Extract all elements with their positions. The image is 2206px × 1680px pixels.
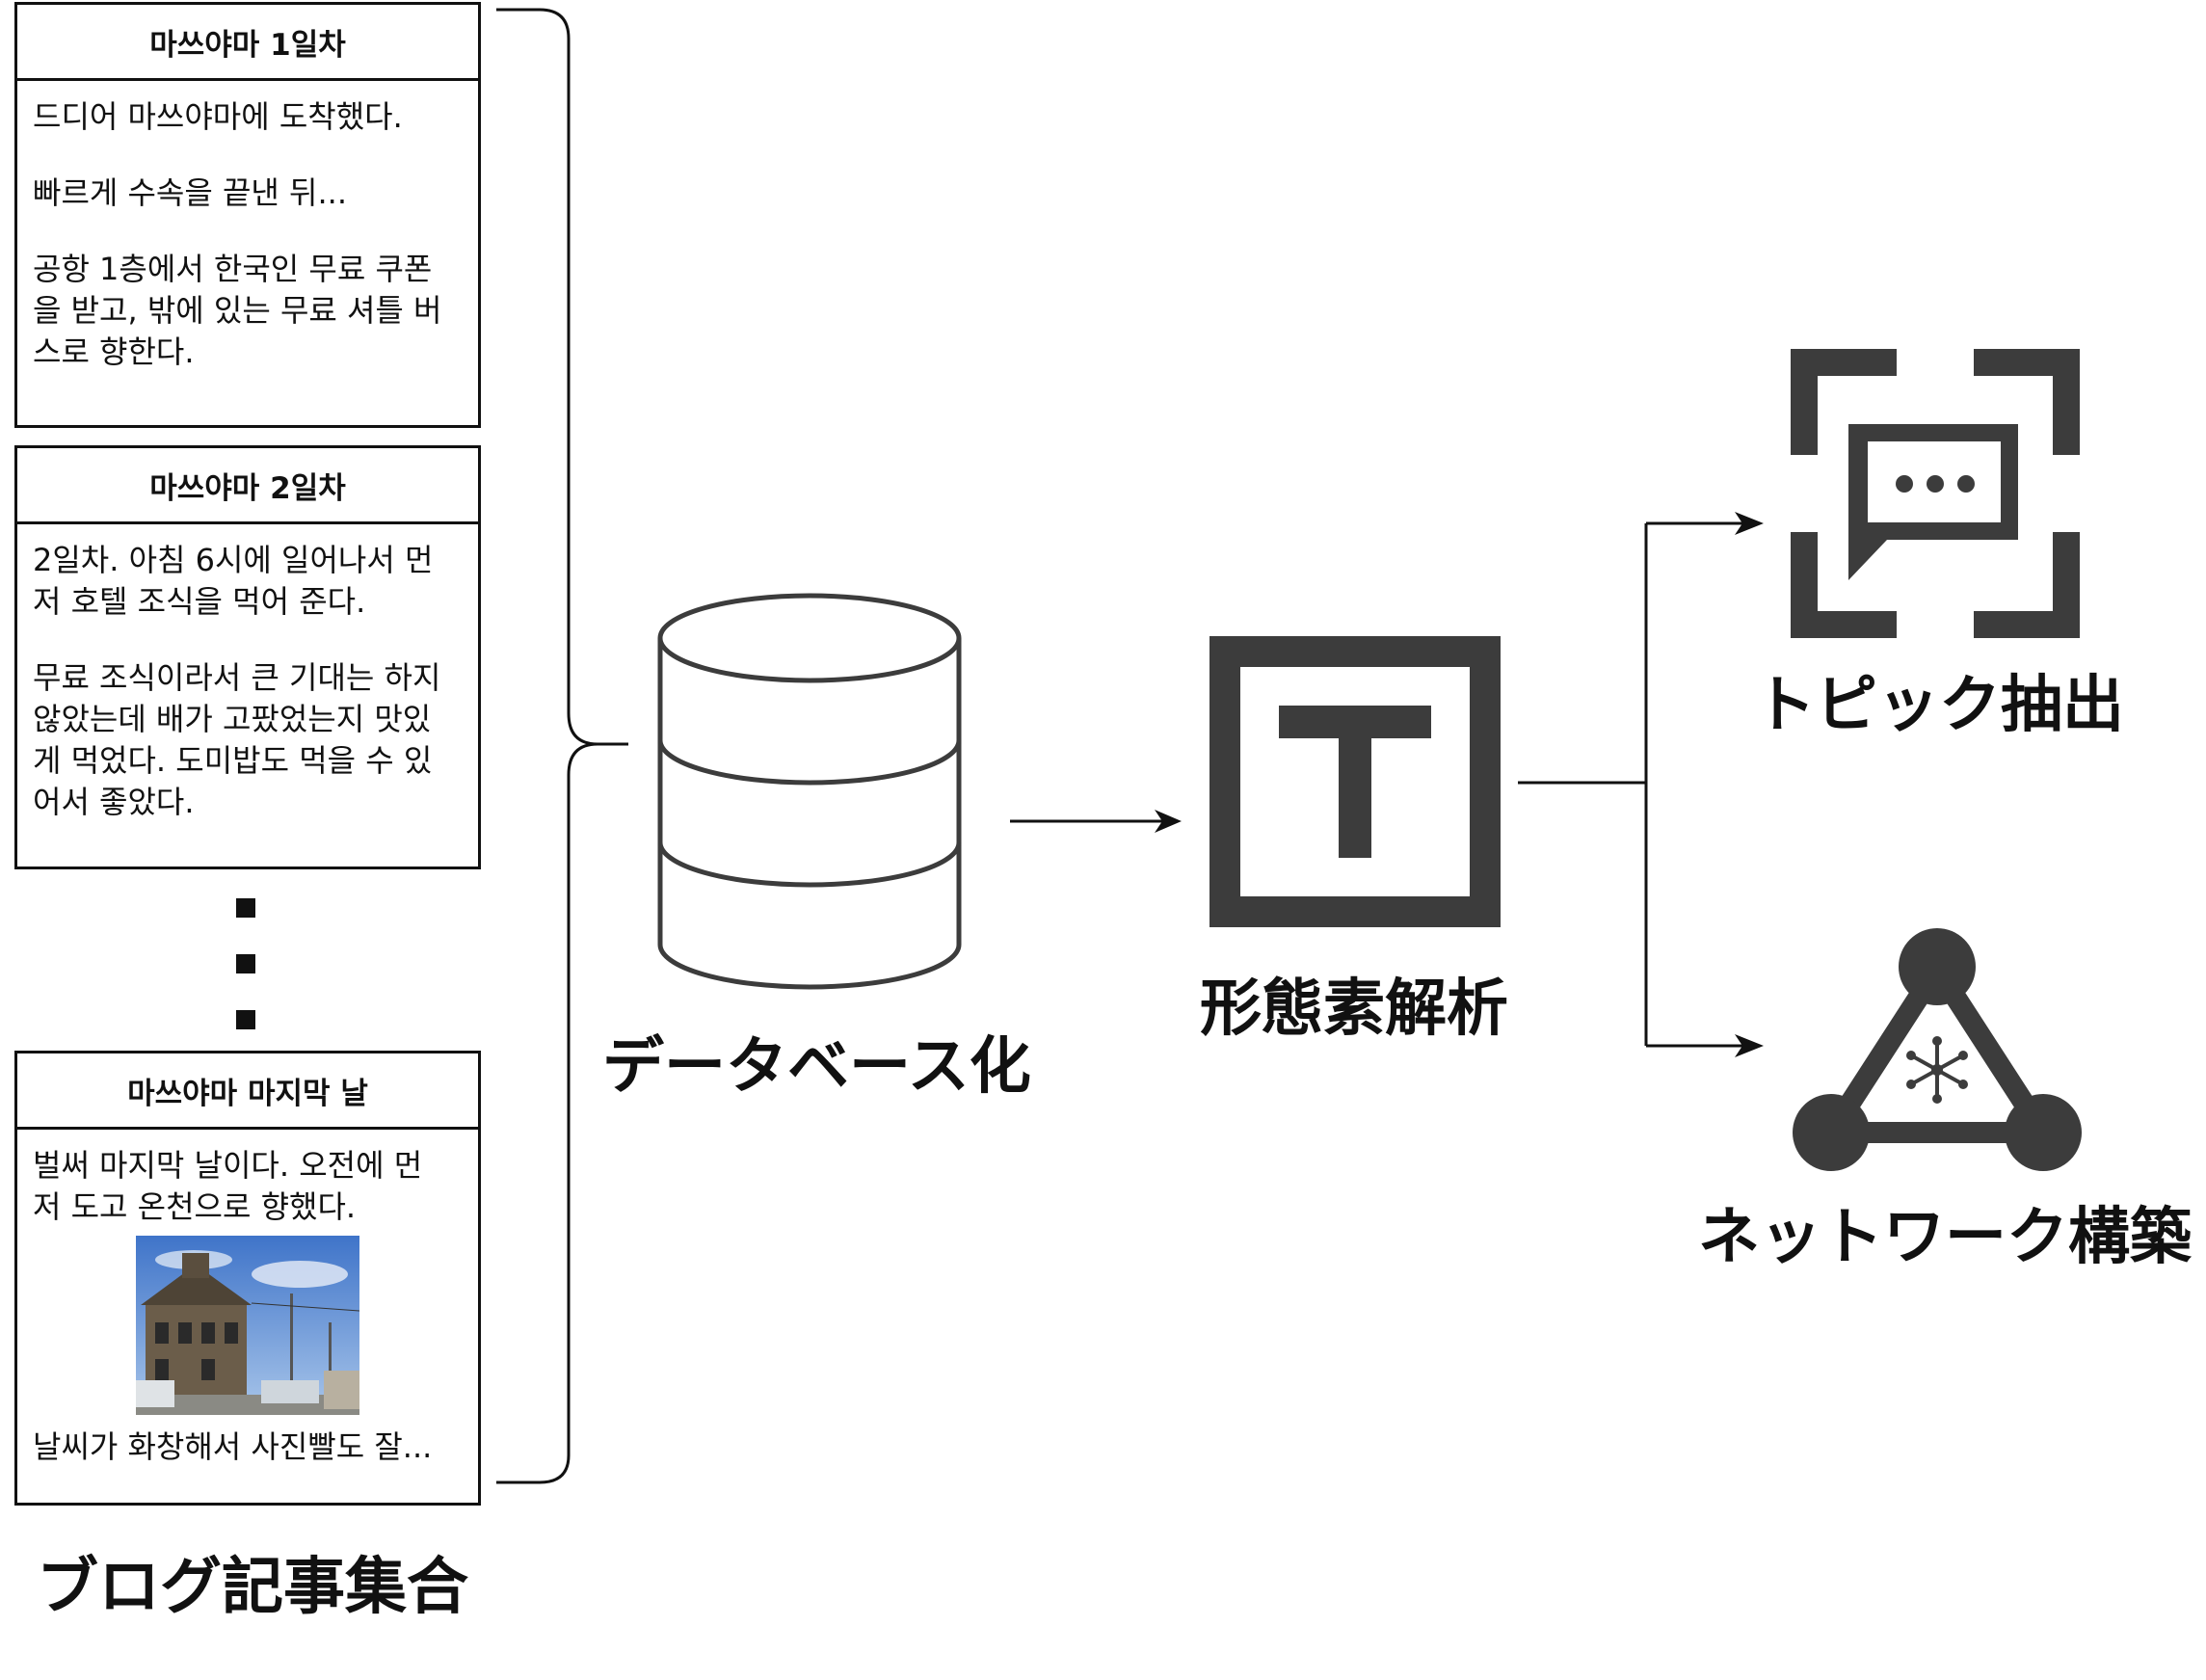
label-network: ネットワーク構築 — [1698, 1202, 2192, 1273]
label-topic: トピック抽出 — [1754, 670, 2124, 741]
label-morph: 形態素解析 — [1200, 973, 1508, 1045]
connector-lines — [496, 8, 1764, 1484]
label-blog-collection: ブログ記事集合 — [37, 1552, 468, 1623]
curly-brace — [496, 8, 628, 1484]
label-database: データベース化 — [602, 1031, 1031, 1103]
text-box-icon — [1209, 636, 1501, 927]
database-icon — [657, 593, 962, 990]
network-triangle-icon — [1793, 928, 2082, 1171]
chat-bubble-scan-icon — [1791, 349, 2080, 638]
